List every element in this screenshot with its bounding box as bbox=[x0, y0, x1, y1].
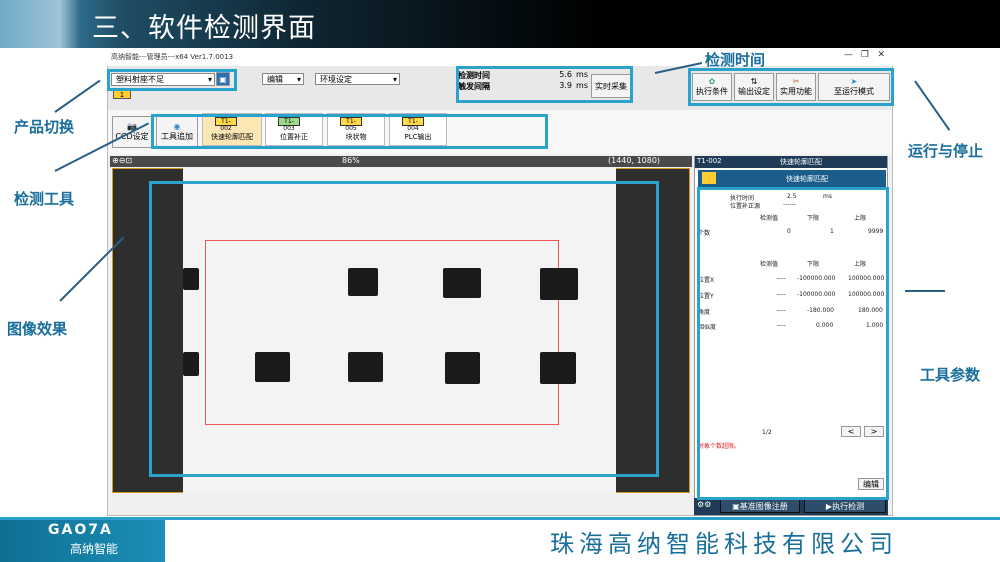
tool-icon bbox=[702, 172, 716, 184]
company-name: 珠海高纳智能科技有限公司 bbox=[550, 530, 898, 558]
camera-badge[interactable]: 1 bbox=[113, 90, 131, 99]
image-coords: (1440, 1080) bbox=[608, 156, 661, 165]
label-run-stop: 运行与停止 bbox=[908, 142, 984, 160]
label-product-switch: 产品切换 bbox=[14, 118, 75, 136]
env-menu-label: 环境设定 bbox=[320, 74, 352, 84]
panel-tool-name: 快速轮廓匹配 bbox=[786, 175, 828, 183]
window-title: 高纳智能---管理员---x64 Ver1.7.0013 bbox=[111, 53, 234, 61]
edit-menu-label: 编辑 bbox=[267, 74, 283, 84]
company-logo-sub: 高纳智能 bbox=[70, 542, 119, 556]
label-detect-time: 检测时间 bbox=[705, 51, 766, 69]
annotation-box-tools bbox=[151, 114, 548, 149]
annotation-box-run bbox=[688, 68, 894, 106]
panel-tool-bar: 快速轮廓匹配 bbox=[698, 170, 886, 187]
edit-menu[interactable]: 编辑 ▾ bbox=[262, 73, 304, 85]
label-detect-tool: 检测工具 bbox=[14, 190, 75, 208]
annotation-box-image bbox=[149, 181, 659, 477]
window-titlebar: 高纳智能---管理员---x64 Ver1.7.0013 — ❐ ✕ bbox=[107, 48, 893, 66]
env-menu[interactable]: 环境设定 ▾ bbox=[315, 73, 400, 85]
panel-header-tag: T1-002 bbox=[697, 157, 722, 165]
execute-detect-button[interactable]: ▶ 执行检测 bbox=[804, 499, 886, 513]
minimize-icon[interactable]: — bbox=[844, 50, 853, 60]
annotation-box-time bbox=[456, 66, 633, 103]
viewer-header: ⊕⊖⊡ 86% (1440, 1080) bbox=[110, 156, 692, 167]
footer-tool-icons[interactable]: ⚙⚙ bbox=[697, 500, 711, 509]
leader-line bbox=[905, 290, 945, 292]
company-logo: GAO7A bbox=[48, 522, 113, 538]
label-tool-params: 工具参数 bbox=[920, 366, 981, 384]
zoom-controls-icon[interactable]: ⊕⊖⊡ bbox=[112, 156, 132, 165]
image-icon: ▣ bbox=[732, 501, 740, 511]
annotation-box-params bbox=[697, 187, 889, 500]
register-label: 基准图像注册 bbox=[739, 501, 788, 511]
leader-line bbox=[914, 80, 951, 131]
slide-title: 三、软件检测界面 bbox=[92, 13, 316, 44]
zoom-level: 86% bbox=[342, 156, 360, 165]
panel-header: T1-002 快速轮廓匹配 bbox=[695, 156, 887, 168]
panel-header-title: 快速轮廓匹配 bbox=[780, 158, 822, 166]
annotation-box-product bbox=[107, 69, 237, 91]
execute-label: 执行检测 bbox=[832, 501, 865, 511]
label-image-effect: 图像效果 bbox=[7, 320, 68, 338]
close-icon[interactable]: ✕ bbox=[877, 50, 885, 60]
leader-line bbox=[54, 79, 101, 113]
register-ref-image-button[interactable]: ▣ 基准图像注册 bbox=[720, 499, 800, 513]
maximize-icon[interactable]: ❐ bbox=[861, 50, 869, 60]
